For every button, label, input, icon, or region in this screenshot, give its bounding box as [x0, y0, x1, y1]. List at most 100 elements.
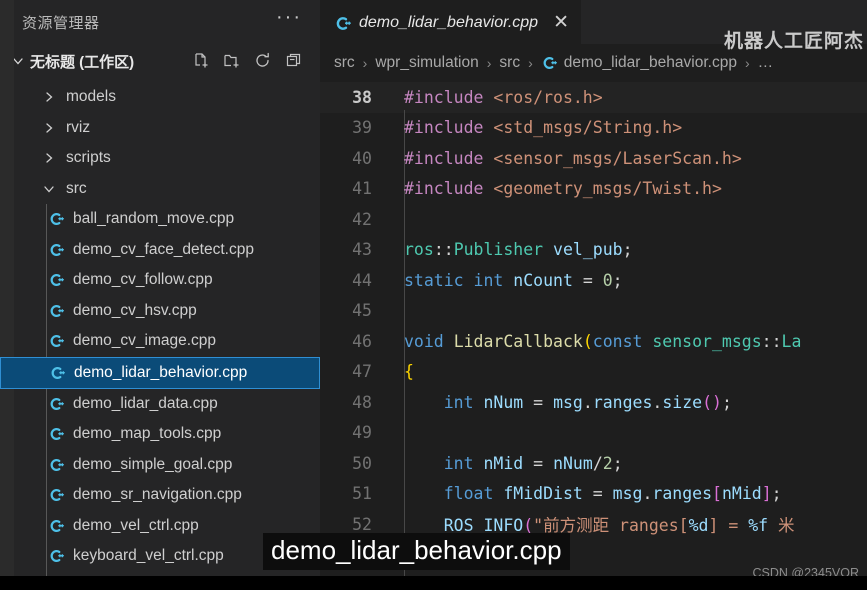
workspace-name: 无标题 (工作区)	[30, 53, 135, 71]
code-token: ]	[761, 484, 772, 504]
tree-file-demo_map_tools[interactable]: demo_map_tools.cpp	[0, 419, 320, 450]
tree-file-demo_cv_follow[interactable]: demo_cv_follow.cpp	[0, 265, 320, 296]
code-line-38[interactable]: 38 #include <ros/ros.h>	[320, 82, 867, 113]
new-folder-icon[interactable]	[223, 52, 242, 71]
workspace-section-header[interactable]: 无标题 (工作区)	[0, 44, 320, 78]
tree-folder-label: src	[66, 179, 87, 197]
code-line-50[interactable]: 50 int nMid = nNum/2;	[320, 448, 867, 479]
line-number: 38	[352, 87, 372, 107]
breadcrumb-item-3[interactable]: demo_lidar_behavior.cpp	[541, 54, 737, 72]
tree-folder-models[interactable]: models	[0, 82, 320, 113]
code-token: msg	[553, 392, 583, 412]
tree-file-ball_random_move[interactable]: ball_random_move.cpp	[0, 204, 320, 235]
code-line-51[interactable]: 51 float fMidDist = msg.ranges[nMid];	[320, 479, 867, 510]
code-line-52[interactable]: 52 ROS_INFO("前方测距 ranges[%d] = %f 米	[320, 509, 867, 540]
code-line-42[interactable]: 42	[320, 204, 867, 235]
line-number: 46	[352, 331, 372, 351]
tree-file-label: demo_vel_ctrl.cpp	[73, 516, 199, 534]
vscode-window: 资源管理器 ··· 无标题 (工作区) models rviz scripts …	[0, 0, 867, 590]
code-line-40[interactable]: 40 #include <sensor_msgs/LaserScan.h>	[320, 143, 867, 174]
line-number: 49	[352, 423, 372, 443]
code-line-48[interactable]: 48 int nNum = msg.ranges.size();	[320, 387, 867, 418]
bottom-black-bar	[0, 576, 867, 590]
tree-folder-src[interactable]: src	[0, 174, 320, 205]
code-token: <ros/ros.h>	[493, 87, 603, 107]
tree-folder-scripts[interactable]: scripts	[0, 143, 320, 174]
code-token: size	[662, 392, 703, 412]
line-content: static int nCount = 0;	[386, 271, 867, 290]
code-token: #include	[404, 148, 494, 168]
close-icon[interactable]: ✕	[553, 13, 569, 32]
tree-file-keyboard_vel_ctrl[interactable]: keyboard_vel_ctrl.cpp	[0, 541, 320, 572]
breadcrumb-item-0[interactable]: src	[334, 54, 355, 72]
tree-file-demo_sr_navigation[interactable]: demo_sr_navigation.cpp	[0, 480, 320, 511]
line-number: 50	[352, 453, 372, 473]
code-token: #include	[404, 179, 494, 199]
code-token: <geometry_msgs/Twist.h>	[493, 179, 722, 199]
tree-file-demo_vel_ctrl[interactable]: demo_vel_ctrl.cpp	[0, 511, 320, 542]
line-number: 44	[352, 270, 372, 290]
line-number: 45	[352, 301, 372, 321]
tree-file-demo_lidar_data[interactable]: demo_lidar_data.cpp	[0, 389, 320, 420]
breadcrumb-item-1[interactable]: wpr_simulation	[375, 54, 478, 72]
code-line-46[interactable]: 46 void LidarCallback(const sensor_msgs::…	[320, 326, 867, 357]
line-content: void LidarCallback(const sensor_msgs::La	[386, 332, 867, 351]
breadcrumb-label: demo_lidar_behavior.cpp	[563, 54, 737, 71]
breadcrumb-item-4[interactable]: …	[758, 54, 774, 72]
breadcrumb-item-2[interactable]: src	[499, 54, 520, 72]
tree-file-label: keyboard_vel_ctrl.cpp	[73, 547, 224, 565]
code-line-41[interactable]: 41 #include <geometry_msgs/Twist.h>	[320, 174, 867, 205]
code-token: (	[523, 516, 534, 536]
breadcrumb-label: src	[499, 54, 521, 71]
code-line-45[interactable]: 45	[320, 296, 867, 327]
code-token: ::	[433, 240, 454, 260]
code-line-47[interactable]: 47 {	[320, 357, 867, 388]
line-content: ROS_INFO("前方测距 ranges[%d] = %f 米	[386, 512, 867, 536]
tabbar-empty-area	[581, 0, 867, 44]
line-number: 40	[352, 148, 372, 168]
code-token: %d	[688, 516, 709, 536]
code-token: =	[523, 392, 554, 412]
tree-folder-rviz[interactable]: rviz	[0, 113, 320, 144]
tab-demo-lidar-behavior[interactable]: demo_lidar_behavior.cpp ✕	[320, 0, 581, 44]
line-number: 43	[352, 240, 372, 260]
explorer-more-actions-icon[interactable]: ···	[276, 7, 302, 32]
code-token: {	[404, 362, 414, 382]
tree-file-demo_cv_face_detect[interactable]: demo_cv_face_detect.cpp	[0, 235, 320, 266]
code-token: msg	[612, 484, 643, 504]
code-line-49[interactable]: 49	[320, 418, 867, 449]
code-token: <sensor_msgs/LaserScan.h>	[493, 148, 742, 168]
code-token: "前方测距 ranges[	[533, 516, 689, 536]
line-number: 41	[352, 179, 372, 199]
tree-file-demo_cv_image[interactable]: demo_cv_image.cpp	[0, 326, 320, 357]
code-token: fMidDist	[503, 484, 583, 504]
code-token: #include	[404, 87, 494, 107]
collapse-all-icon[interactable]	[285, 52, 304, 71]
tree-file-demo_lidar_behavior[interactable]: demo_lidar_behavior.cpp	[0, 356, 320, 389]
code-line-44[interactable]: 44 static int nCount = 0;	[320, 265, 867, 296]
line-number: 39	[352, 118, 372, 138]
line-number: 48	[352, 392, 372, 412]
tree-file-demo_cv_hsv[interactable]: demo_cv_hsv.cpp	[0, 296, 320, 327]
cpp-file-icon	[48, 211, 64, 227]
refresh-icon[interactable]	[254, 52, 273, 71]
chevron-right-icon	[40, 119, 58, 137]
tree-file-demo_simple_goal[interactable]: demo_simple_goal.cpp	[0, 450, 320, 481]
code-token: int	[443, 392, 474, 412]
code-token: ;	[622, 240, 633, 260]
breadcrumb-separator: ›	[486, 55, 492, 71]
cpp-file-icon	[48, 242, 64, 258]
code-line-43[interactable]: 43 ros::Publisher vel_pub;	[320, 235, 867, 266]
new-file-icon[interactable]	[192, 52, 211, 71]
code-token: ] =	[708, 516, 749, 536]
code-line-39[interactable]: 39 #include <std_msgs/String.h>	[320, 113, 867, 144]
code-line-53[interactable]: 53	[320, 540, 867, 571]
code-token: ;	[612, 453, 623, 473]
code-editor[interactable]: 38 #include <ros/ros.h> 39 #include <std_ms…	[320, 82, 867, 590]
cpp-file-icon	[48, 303, 64, 319]
code-token: int	[443, 453, 474, 473]
